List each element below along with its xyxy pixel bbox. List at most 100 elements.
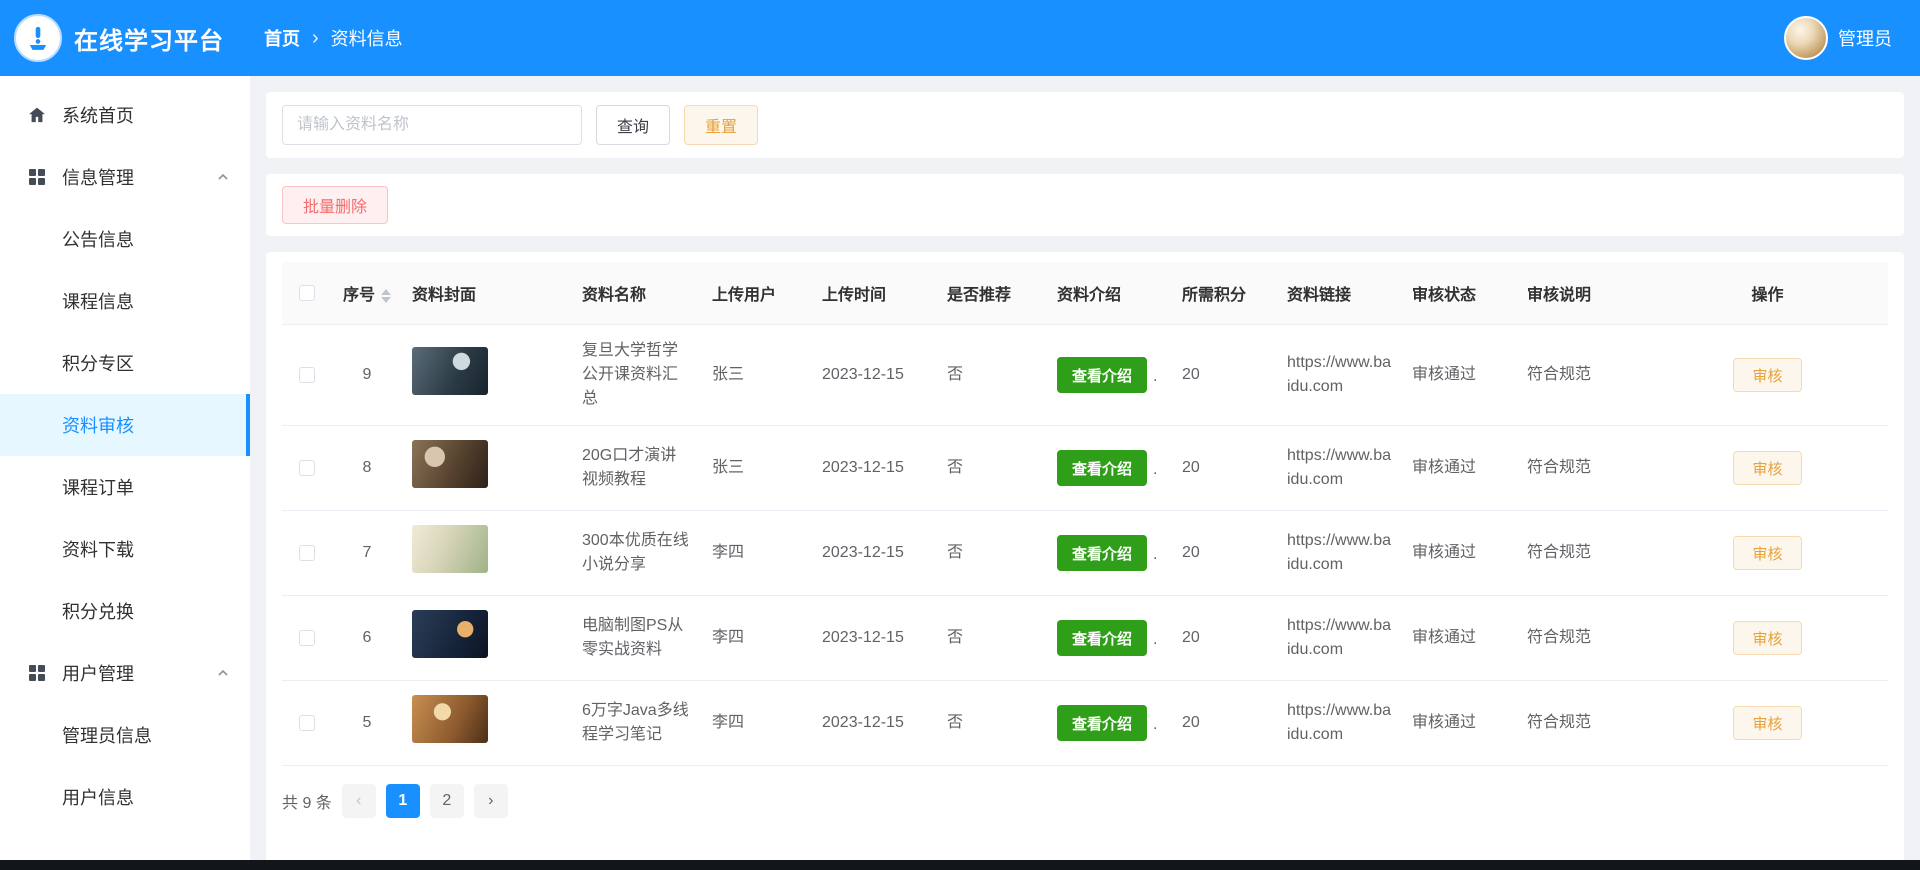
sidebar-item-label: 用户信息 bbox=[62, 788, 134, 808]
sidebar-group-label: 信息管理 bbox=[62, 168, 134, 188]
cell-no: 7 bbox=[332, 510, 402, 596]
column-header-intro: 资料介绍 bbox=[1047, 262, 1172, 325]
view-intro-button[interactable]: 查看介绍 bbox=[1057, 705, 1148, 741]
sidebar-item-material-review[interactable]: 资料审核 bbox=[0, 394, 250, 456]
cell-link: https://www.baidu.com bbox=[1277, 510, 1402, 596]
sidebar-group-user-management[interactable]: 用户管理 bbox=[0, 642, 250, 704]
row-checkbox[interactable] bbox=[299, 366, 315, 383]
sidebar-item-label: 积分兑换 bbox=[62, 602, 134, 622]
toolbar-card: 批量删除 bbox=[266, 174, 1904, 236]
sidebar-item-points-exchange[interactable]: 积分兑换 bbox=[0, 580, 250, 642]
sidebar-item-points-zone[interactable]: 积分专区 bbox=[0, 332, 250, 394]
sidebar-item-material-download[interactable]: 资料下载 bbox=[0, 518, 250, 580]
cell-no: 8 bbox=[332, 425, 402, 511]
view-intro-button[interactable]: 查看介绍 bbox=[1057, 357, 1148, 393]
review-button[interactable]: 审核 bbox=[1733, 706, 1802, 740]
view-intro-button[interactable]: 查看介绍 bbox=[1057, 535, 1148, 571]
cell-recommended: 否 bbox=[937, 680, 1047, 766]
pagination-page-1[interactable]: 1 bbox=[385, 784, 420, 818]
row-checkbox[interactable] bbox=[299, 459, 315, 476]
column-header-no: 序号 bbox=[342, 287, 375, 304]
cell-intro: 查看介绍. bbox=[1047, 595, 1172, 681]
select-all-checkbox[interactable] bbox=[299, 284, 315, 301]
view-intro-button[interactable]: 查看介绍 bbox=[1057, 620, 1148, 656]
breadcrumb: 首页 › 资料信息 bbox=[264, 25, 403, 51]
cell-status: 审核通过 bbox=[1402, 510, 1517, 596]
cell-upload-time: 2023-12-15 bbox=[812, 324, 937, 426]
sidebar-item-user-info[interactable]: 用户信息 bbox=[0, 766, 250, 828]
batch-delete-button[interactable]: 批量删除 bbox=[282, 186, 389, 224]
cell-remark: 符合规范 bbox=[1517, 680, 1647, 766]
sidebar-item-label: 课程订单 bbox=[62, 478, 134, 498]
intro-ellipsis: . bbox=[1153, 460, 1158, 478]
pagination-page-2[interactable]: 2 bbox=[429, 784, 464, 818]
review-table: 序号 资料封面 资料名称 上传用户 上传时间 是否推荐 资料介绍 所需积分 资料… bbox=[282, 262, 1888, 766]
sidebar-item-announcement-info[interactable]: 公告信息 bbox=[0, 208, 250, 270]
cell-intro: 查看介绍. bbox=[1047, 324, 1172, 426]
cell-remark: 符合规范 bbox=[1517, 324, 1647, 426]
view-intro-button[interactable]: 查看介绍 bbox=[1057, 450, 1148, 486]
cell-upload-time: 2023-12-15 bbox=[812, 595, 937, 681]
grid-icon bbox=[26, 664, 48, 682]
pagination-next-button[interactable]: › bbox=[473, 784, 508, 818]
cell-name: 电脑制图PS从零实战资料 bbox=[572, 595, 702, 681]
cell-recommended: 否 bbox=[937, 324, 1047, 426]
sort-carets-icon[interactable] bbox=[381, 288, 391, 303]
cover-image[interactable] bbox=[412, 610, 488, 658]
breadcrumb-home[interactable]: 首页 bbox=[264, 25, 300, 51]
sidebar-item-label: 系统首页 bbox=[62, 106, 134, 126]
cell-intro: 查看介绍. bbox=[1047, 510, 1172, 596]
cell-link: https://www.baidu.com bbox=[1277, 425, 1402, 511]
cover-image[interactable] bbox=[412, 440, 488, 488]
review-button[interactable]: 审核 bbox=[1733, 358, 1802, 392]
row-checkbox[interactable] bbox=[299, 714, 315, 731]
row-checkbox[interactable] bbox=[299, 629, 315, 646]
column-header-uploader: 上传用户 bbox=[702, 262, 812, 325]
cell-intro: 查看介绍. bbox=[1047, 680, 1172, 766]
cell-remark: 符合规范 bbox=[1517, 425, 1647, 511]
column-header-remark: 审核说明 bbox=[1517, 262, 1647, 325]
sidebar-item-admin-info[interactable]: 管理员信息 bbox=[0, 704, 250, 766]
cell-intro: 查看介绍. bbox=[1047, 425, 1172, 511]
chevron-up-icon bbox=[216, 170, 230, 184]
sidebar-item-home[interactable]: 系统首页 bbox=[0, 84, 250, 146]
cover-image[interactable] bbox=[412, 695, 488, 743]
chevron-up-icon bbox=[216, 666, 230, 680]
review-button[interactable]: 审核 bbox=[1733, 621, 1802, 655]
reset-button[interactable]: 重置 bbox=[684, 105, 759, 145]
brand: 在线学习平台 bbox=[0, 14, 250, 62]
cell-uploader: 张三 bbox=[702, 324, 812, 426]
cell-upload-time: 2023-12-15 bbox=[812, 510, 937, 596]
user-avatar[interactable] bbox=[1784, 16, 1828, 60]
sidebar-item-label: 公告信息 bbox=[62, 230, 134, 250]
sidebar-item-course-info[interactable]: 课程信息 bbox=[0, 270, 250, 332]
sidebar-group-info-management[interactable]: 信息管理 bbox=[0, 146, 250, 208]
intro-ellipsis: . bbox=[1153, 367, 1158, 385]
sidebar-item-course-orders[interactable]: 课程订单 bbox=[0, 456, 250, 518]
app-title: 在线学习平台 bbox=[74, 27, 224, 55]
query-button[interactable]: 查询 bbox=[596, 105, 671, 145]
cell-upload-time: 2023-12-15 bbox=[812, 425, 937, 511]
row-checkbox[interactable] bbox=[299, 544, 315, 561]
search-input[interactable] bbox=[282, 105, 582, 145]
cell-status: 审核通过 bbox=[1402, 680, 1517, 766]
intro-ellipsis: . bbox=[1153, 715, 1158, 733]
review-button[interactable]: 审核 bbox=[1733, 451, 1802, 485]
cell-remark: 符合规范 bbox=[1517, 595, 1647, 681]
cover-image[interactable] bbox=[412, 347, 488, 395]
top-header: 在线学习平台 首页 › 资料信息 管理员 bbox=[0, 0, 1920, 76]
grid-icon bbox=[26, 168, 48, 186]
pagination-prev-button[interactable]: ‹ bbox=[341, 784, 376, 818]
cell-name: 6万字Java多线程学习笔记 bbox=[572, 680, 702, 766]
cell-no: 5 bbox=[332, 680, 402, 766]
review-button[interactable]: 审核 bbox=[1733, 536, 1802, 570]
cover-image[interactable] bbox=[412, 525, 488, 573]
sidebar-item-label: 课程信息 bbox=[62, 292, 134, 312]
user-name: 管理员 bbox=[1838, 29, 1892, 49]
user-menu[interactable]: 管理员 bbox=[1784, 16, 1920, 60]
column-header-upload-time: 上传时间 bbox=[812, 262, 937, 325]
cell-uploader: 李四 bbox=[702, 680, 812, 766]
cell-remark: 符合规范 bbox=[1517, 510, 1647, 596]
table-header-row: 序号 资料封面 资料名称 上传用户 上传时间 是否推荐 资料介绍 所需积分 资料… bbox=[282, 262, 1888, 325]
intro-ellipsis: . bbox=[1153, 545, 1158, 563]
